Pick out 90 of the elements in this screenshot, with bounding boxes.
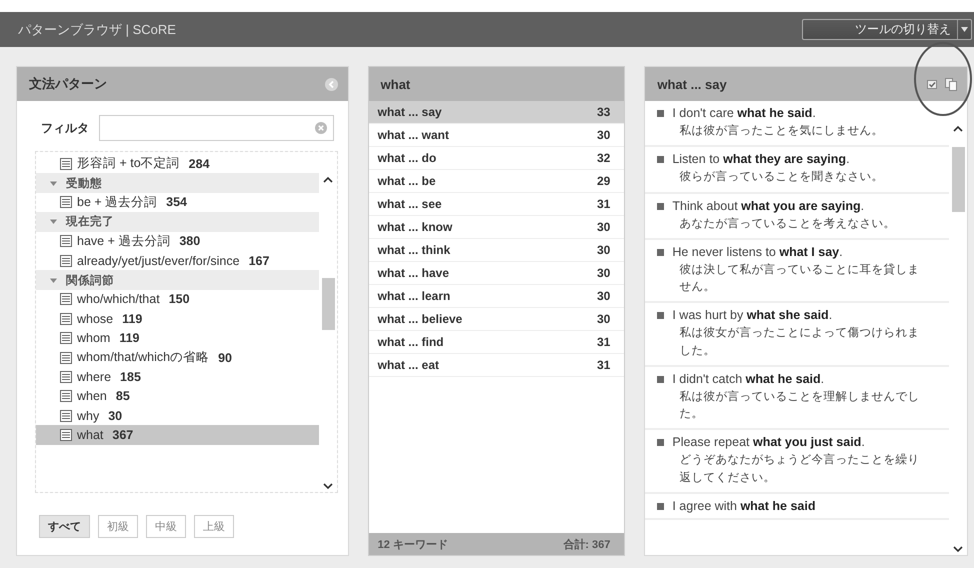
expand-arrow-icon[interactable] (50, 180, 57, 187)
example-sentence: I didn't catch what he said. (672, 372, 824, 386)
list-icon (60, 429, 72, 442)
expand-arrow-icon[interactable] (50, 276, 57, 284)
keyword-row[interactable]: what ... believe 30 (368, 308, 624, 331)
keyword-row[interactable]: what ... know 30 (368, 216, 624, 239)
keyword-row[interactable]: what ... eat 31 (368, 354, 624, 377)
level-button[interactable]: 上級 (194, 515, 234, 538)
list-icon (60, 332, 72, 344)
panel-title: what (380, 76, 410, 92)
tree-item[interactable]: have + 過去分詞 380 (36, 232, 319, 251)
example-sentence: I was hurt by what she said. (672, 308, 832, 322)
tree-item[interactable]: who/which/that 150 (36, 290, 319, 310)
tree-item[interactable]: whose 119 (36, 309, 319, 329)
panel-title: 文法パターン (29, 75, 107, 93)
keyword-row[interactable]: what ... have 30 (368, 262, 624, 285)
keyword-row[interactable]: what ... do 32 (368, 147, 624, 170)
bullet-icon (657, 376, 664, 383)
keyword-row[interactable]: what ... be 29 (368, 170, 624, 193)
total-count: 合計: 367 (563, 538, 610, 552)
example-sentence: Please repeat what you just said. (672, 435, 865, 450)
list-icon (60, 158, 72, 170)
list-icon (60, 196, 72, 208)
scroll-up-icon[interactable] (322, 176, 333, 184)
list-icon (60, 254, 72, 267)
filter-label: フィルタ (41, 120, 89, 136)
tree-group[interactable]: 受動態 (36, 173, 319, 193)
list-icon (60, 370, 72, 383)
scroll-down-icon[interactable] (322, 482, 333, 490)
clear-icon[interactable] (314, 122, 327, 134)
example-sentence: He never listens to what I say. (672, 244, 843, 259)
translation: 私は彼女が言ったことによって傷つけられました。 (678, 325, 920, 358)
filter-field[interactable] (99, 115, 334, 141)
tree-item[interactable]: 形容詞 + to不定詞 284 (36, 154, 319, 174)
example-sentence: I agree with what he said (672, 498, 816, 513)
bullet-icon (657, 202, 664, 210)
tree-item[interactable]: why 30 (36, 406, 319, 426)
tree-item[interactable]: be + 過去分詞 354 (36, 192, 319, 212)
checklist-icon[interactable] (927, 78, 938, 90)
translation: 彼は決して私が言っていることに耳を貸しません。 (678, 262, 920, 295)
keyword-row[interactable]: what ... say 33 (368, 101, 624, 124)
copy-icon[interactable] (945, 78, 957, 90)
tree-item[interactable]: when 85 (36, 386, 319, 406)
tree-group[interactable]: 関係詞節 (36, 270, 319, 290)
list-icon (60, 410, 72, 422)
collapse-icon[interactable] (324, 78, 338, 90)
keyword-row[interactable]: what ... learn 30 (368, 285, 624, 308)
list-icon (60, 312, 72, 325)
tool-switch-button[interactable]: ツールの切り替え (802, 19, 972, 40)
level-button[interactable]: 初級 (98, 515, 138, 538)
bullet-icon (657, 248, 664, 256)
level-button[interactable]: 中級 (146, 515, 186, 538)
keyword-row[interactable]: what ... find 31 (368, 331, 624, 354)
keyword-row[interactable]: what ... think 30 (368, 239, 624, 262)
translation: 彼らが言っていることを聞きなさい。 (678, 169, 884, 186)
list-icon (60, 352, 72, 364)
tree-item[interactable]: what 367 (36, 425, 319, 445)
scroll-down-icon[interactable] (953, 545, 963, 553)
expand-arrow-icon[interactable] (50, 218, 57, 226)
scroll-up-icon[interactable] (953, 125, 963, 133)
list-icon (60, 390, 72, 402)
translation: あなたが言っていることを考えなさい。 (678, 216, 896, 232)
tree-item[interactable]: already/yet/just/ever/for/since 167 (36, 250, 319, 270)
tree-item[interactable]: whom/that/whichの省略 90 (36, 348, 319, 368)
example-sentence: Think about what you are saying. (672, 198, 864, 212)
app-title: パターンブラウザ | SCoRE (18, 20, 176, 38)
example-sentence: I don't care what he said. (672, 106, 816, 120)
bullet-icon (657, 312, 664, 320)
translation: 私は彼が言っていることを理解しませんでした。 (678, 389, 920, 422)
list-icon (60, 293, 72, 306)
bullet-icon (657, 502, 664, 510)
keyword-count: 12 キーワード (378, 538, 448, 552)
list-icon (60, 235, 72, 248)
translation: 私は彼が言ったことを気にしません。 (678, 123, 884, 139)
bullet-icon (657, 110, 664, 117)
translation: どうぞあなたがちょうど今言ったことを繰り返してください。 (678, 452, 920, 486)
bullet-icon (657, 156, 664, 164)
example-sentence: Listen to what they are saying. (672, 152, 850, 166)
tree-item[interactable]: where 185 (36, 367, 319, 387)
scroll-thumb[interactable] (322, 278, 335, 330)
bullet-icon (657, 439, 664, 446)
panel-title: what ... say (657, 76, 727, 92)
tree-item[interactable]: whom 119 (36, 328, 319, 348)
scrollbar[interactable] (318, 152, 337, 492)
keyword-row[interactable]: what ... see 31 (368, 193, 624, 216)
tree-group[interactable]: 現在完了 (36, 212, 319, 232)
caret-icon[interactable] (961, 27, 968, 32)
keyword-row[interactable]: what ... want 30 (368, 124, 624, 147)
level-button[interactable]: すべて (39, 515, 90, 538)
scroll-thumb[interactable] (952, 147, 965, 212)
